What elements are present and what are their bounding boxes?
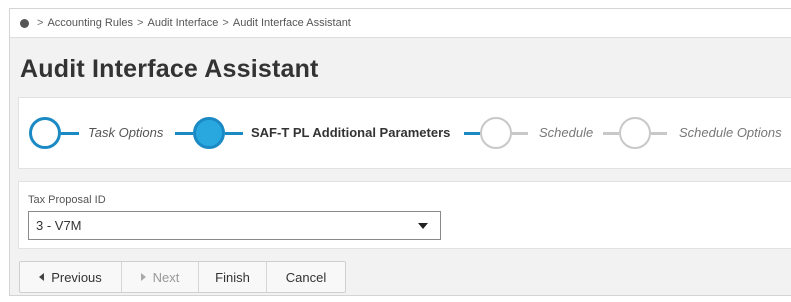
finish-button[interactable]: Finish bbox=[199, 262, 267, 292]
breadcrumb-separator: > bbox=[222, 17, 229, 29]
step-3-label[interactable]: Schedule bbox=[539, 125, 593, 140]
step-connector bbox=[603, 132, 619, 135]
cancel-label: Cancel bbox=[285, 269, 327, 285]
step-connector bbox=[464, 132, 480, 135]
next-label: Next bbox=[152, 269, 180, 285]
step-connector bbox=[175, 132, 193, 135]
caret-left-icon bbox=[39, 273, 45, 281]
step-connector bbox=[651, 132, 667, 135]
tax-proposal-label: Tax Proposal ID bbox=[28, 194, 106, 206]
next-button[interactable]: Next bbox=[122, 262, 199, 292]
step-4-circle[interactable] bbox=[619, 117, 651, 149]
breadcrumb-current: Audit Interface Assistant bbox=[232, 17, 351, 29]
breadcrumb-audit-interface[interactable]: Audit Interface bbox=[147, 17, 218, 29]
tax-proposal-select[interactable]: 3 - V7M bbox=[28, 211, 441, 240]
home-icon[interactable] bbox=[20, 18, 29, 28]
step-1-label[interactable]: Task Options bbox=[88, 125, 163, 140]
breadcrumb-separator: > bbox=[137, 17, 144, 29]
cancel-button[interactable]: Cancel bbox=[267, 262, 345, 292]
breadcrumb: > Accounting Rules > Audit Interface > A… bbox=[10, 9, 791, 38]
tax-proposal-value: 3 - V7M bbox=[36, 218, 82, 233]
previous-label: Previous bbox=[51, 269, 102, 285]
step-2-circle[interactable] bbox=[193, 117, 225, 149]
step-1-circle[interactable] bbox=[29, 117, 61, 149]
wizard-button-bar: Previous Next Finish Cancel bbox=[19, 261, 346, 293]
step-connector bbox=[512, 132, 528, 135]
chevron-down-icon bbox=[418, 223, 428, 229]
step-connector bbox=[61, 132, 79, 135]
step-4-label[interactable]: Schedule Options bbox=[679, 125, 782, 140]
breadcrumb-accounting-rules[interactable]: Accounting Rules bbox=[47, 17, 133, 29]
finish-label: Finish bbox=[215, 269, 250, 285]
step-3-circle[interactable] bbox=[480, 117, 512, 149]
page-title: Audit Interface Assistant bbox=[20, 55, 319, 83]
wizard-stepper: Task Options SAF-T PL Additional Paramet… bbox=[18, 97, 791, 169]
caret-right-icon bbox=[140, 273, 146, 281]
step-2-label[interactable]: SAF-T PL Additional Parameters bbox=[251, 125, 450, 140]
step-connector bbox=[225, 132, 243, 135]
previous-button[interactable]: Previous bbox=[20, 262, 122, 292]
assistant-frame: > Accounting Rules > Audit Interface > A… bbox=[9, 8, 791, 296]
breadcrumb-separator: > bbox=[37, 17, 44, 29]
parameters-panel: Tax Proposal ID 3 - V7M bbox=[18, 181, 791, 249]
